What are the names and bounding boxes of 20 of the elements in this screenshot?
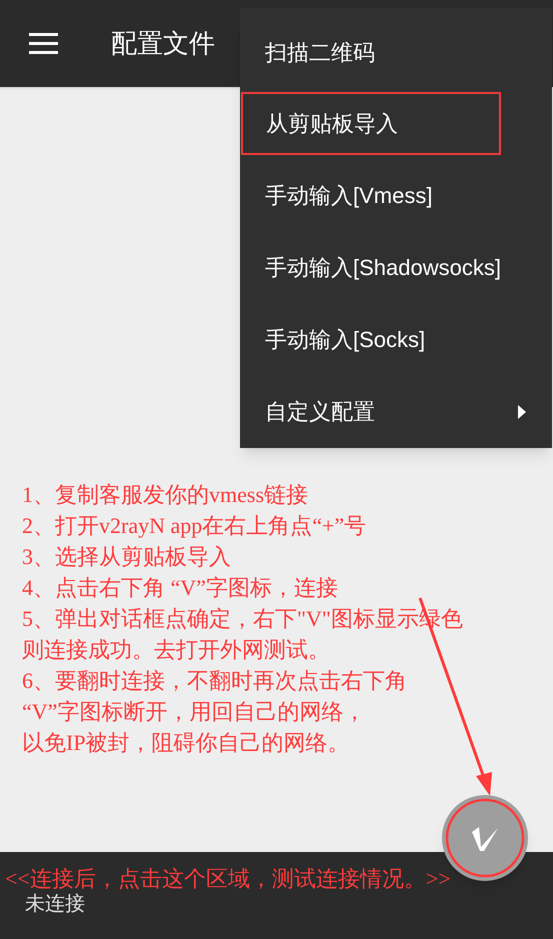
menu-item[interactable]: 从剪贴板导入 <box>241 92 501 156</box>
instruction-line: 4、点击右下角 “V”字图标，连接 <box>22 574 339 602</box>
instruction-line: 6、要翻时连接，不翻时再次点击右下角 <box>22 667 408 695</box>
app-title: 配置文件 <box>111 27 215 60</box>
instruction-line: “V”字图标断开，用回自己的网络， <box>22 698 366 726</box>
instruction-line: 1、复制客服发你的vmess链接 <box>22 481 309 509</box>
instruction-line: 3、选择从剪贴板导入 <box>22 543 232 571</box>
submenu-arrow-icon <box>518 404 526 419</box>
annotation-note: <<连接后，点击这个区域，测试连接情况。>> <box>5 866 452 892</box>
menu-icon[interactable] <box>29 33 58 54</box>
menu-item[interactable]: 手动输入[Shadowsocks] <box>240 232 552 304</box>
menu-item[interactable]: 自定义配置 <box>240 376 552 448</box>
instruction-line: 以免IP被封，阻碍你自己的网络。 <box>22 729 351 757</box>
instruction-line: 2、打开v2rayN app在右上角点“+”号 <box>22 512 368 540</box>
menu-item[interactable]: 扫描二维码 <box>240 16 552 88</box>
connection-status: 未连接 <box>25 892 86 916</box>
status-bar[interactable]: <<连接后，点击这个区域，测试连接情况。>> 未连接 <box>0 852 553 939</box>
instruction-line: 则连接成功。去打开外网测试。 <box>22 636 331 664</box>
menu-item[interactable]: 手动输入[Socks] <box>240 304 552 376</box>
menu-item[interactable]: 手动输入[Vmess] <box>240 159 552 232</box>
